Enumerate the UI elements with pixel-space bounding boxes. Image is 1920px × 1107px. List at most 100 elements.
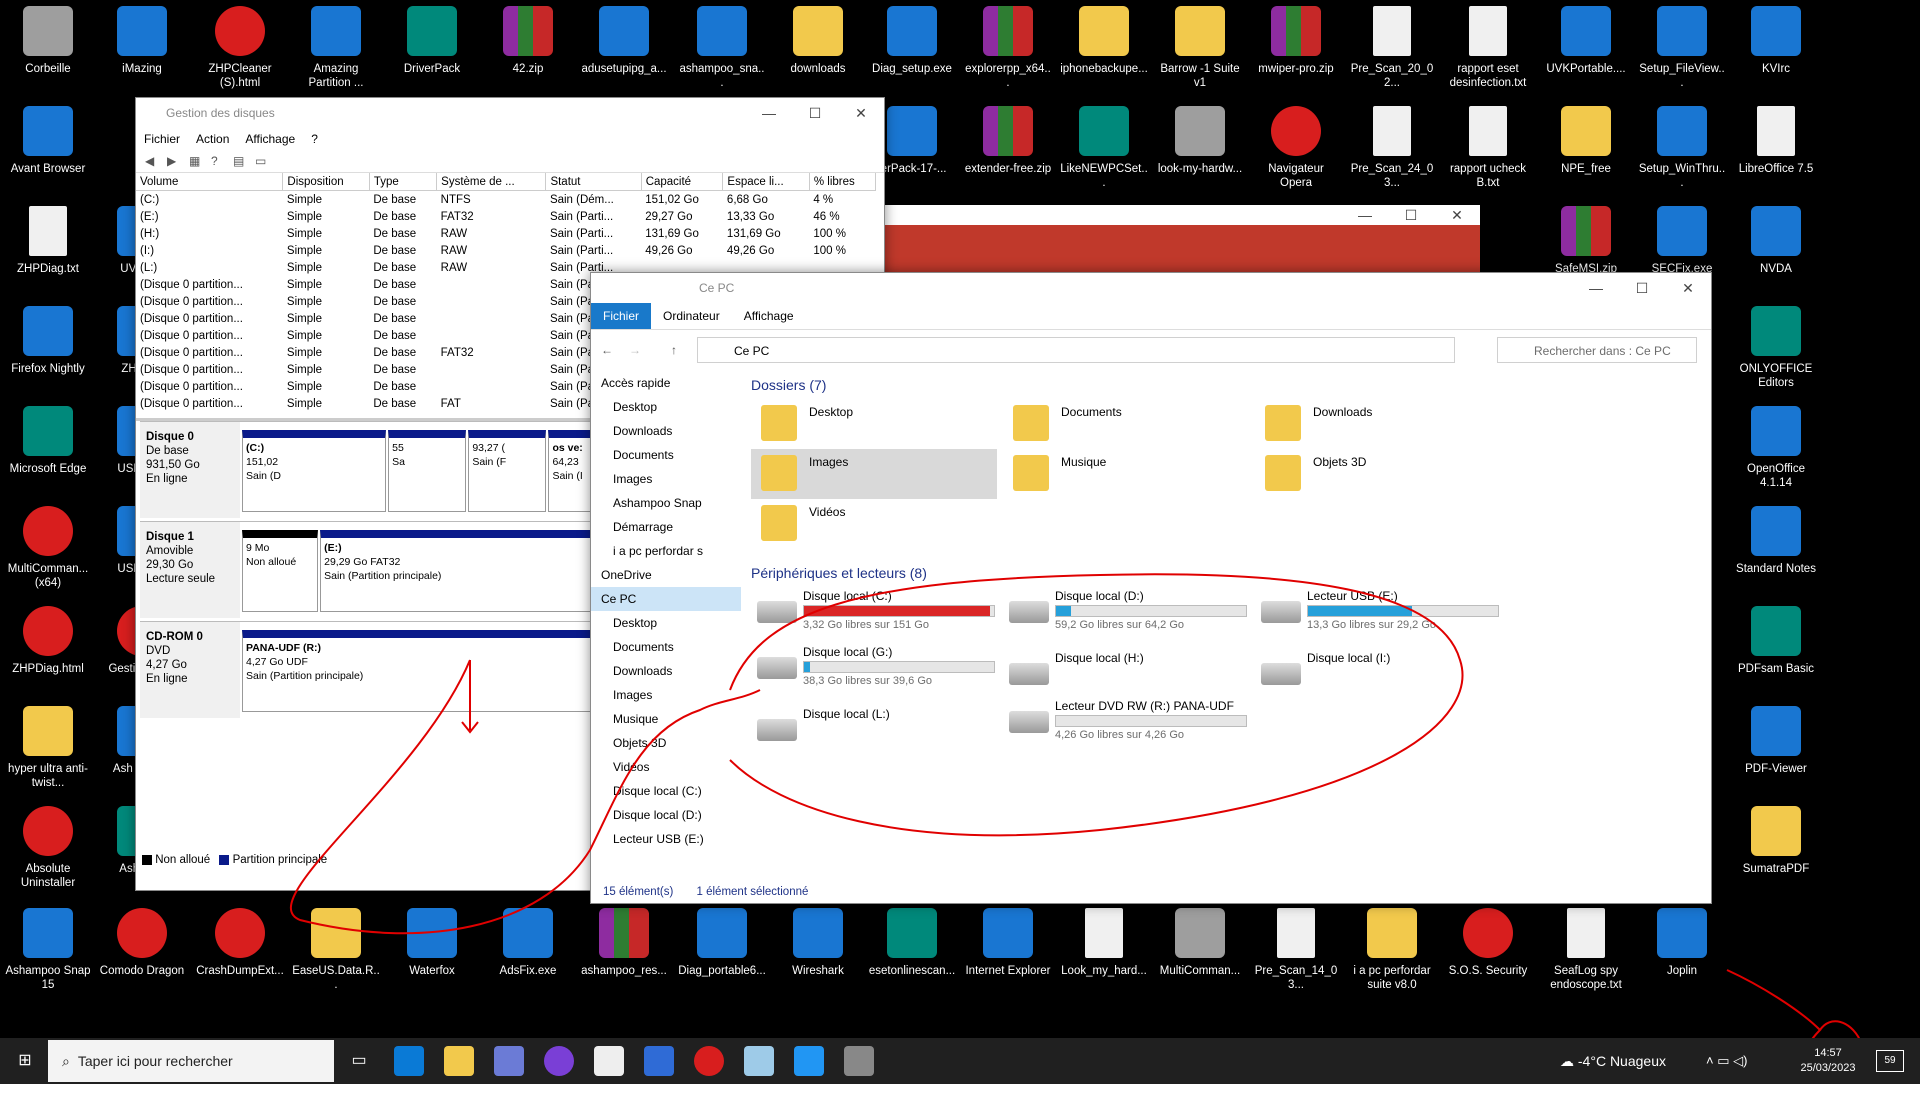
desktop-icon[interactable]: Diag_portable6... (676, 902, 768, 998)
ribbon-tab[interactable]: Affichage (732, 303, 806, 329)
firefox-icon[interactable] (544, 1046, 574, 1076)
folder-item[interactable]: Objets 3D (1255, 449, 1505, 499)
nav-item[interactable]: Downloads (591, 659, 741, 683)
desktop-icon[interactable]: SeafLog spy endoscope.txt (1540, 902, 1632, 998)
desktop-icon[interactable]: AdsFix.exe (482, 902, 574, 998)
partition[interactable]: 9 Mo Non alloué (242, 530, 319, 612)
desktop-icon[interactable]: rapport ucheck B.txt (1442, 100, 1534, 196)
desktop-icon[interactable]: S.O.S. Security (1442, 902, 1534, 998)
desktop-icon[interactable]: rapport eset desinfection.txt (1442, 0, 1534, 96)
desktop-icon[interactable]: OpenOffice 4.1.14 (1730, 400, 1822, 496)
nav-item[interactable]: Accès rapide (591, 371, 741, 395)
column-header[interactable]: Volume (136, 173, 284, 191)
app-icon[interactable] (844, 1046, 874, 1076)
desktop-icon[interactable]: SumatraPDF (1730, 800, 1822, 896)
column-header[interactable]: Espace li... (722, 173, 810, 191)
devices-header[interactable]: Périphériques et lecteurs (8) (747, 559, 1711, 587)
table-row[interactable]: (I:) Simple De base RAW Sain (Parti... 49,26 … (136, 242, 876, 259)
folder-item[interactable]: Musique (1003, 449, 1253, 499)
desktop-icon[interactable]: Look_my_hard... (1058, 902, 1150, 998)
column-header[interactable]: % libres (809, 173, 877, 191)
nav-item[interactable]: Images (591, 683, 741, 707)
view-icon[interactable]: ▦ (189, 154, 205, 168)
column-header[interactable]: Type (369, 173, 438, 191)
desktop-icon[interactable]: Diag_setup.exe (866, 0, 958, 96)
desktop-icon[interactable]: LikeNEWPCSet... (1058, 100, 1150, 196)
forward-icon[interactable]: → (629, 343, 641, 357)
drive-item[interactable]: Disque local (L:) (751, 705, 1001, 755)
store-icon[interactable] (494, 1046, 524, 1076)
desktop-icon[interactable]: ZHPCleaner (S).html (194, 0, 286, 96)
help-icon[interactable]: ? (211, 154, 227, 168)
close-button[interactable]: ✕ (1665, 273, 1711, 303)
column-header[interactable]: Capacité (641, 173, 724, 191)
menu-item[interactable]: ? (303, 128, 326, 150)
nav-item[interactable]: Disque local (D:) (591, 803, 741, 827)
drive-item[interactable]: Lecteur DVD RW (R:) PANA-UDF 4,26 Go libr… (1003, 697, 1253, 747)
clock[interactable]: 14:57 25/03/2023 (1792, 1046, 1864, 1076)
desktop-icon[interactable]: NPE_free (1540, 100, 1632, 196)
nav-item[interactable]: Objets 3D (591, 731, 741, 755)
folders-header[interactable]: Dossiers (7) (747, 371, 1711, 399)
menu-item[interactable]: Affichage (237, 128, 303, 150)
folder-item[interactable]: Documents (1003, 399, 1253, 449)
nav-item[interactable]: Démarrage (591, 515, 741, 539)
desktop-icon[interactable]: i a pc perfordar suite v8.0 (1346, 902, 1438, 998)
desktop-icon[interactable]: UVKPortable.... (1540, 0, 1632, 96)
drive-item[interactable]: Disque local (H:) (1003, 649, 1253, 699)
drive-item[interactable]: Disque local (G:) 38,3 Go libres sur 39,6… (751, 643, 1001, 693)
nav-item[interactable]: Desktop (591, 611, 741, 635)
app-icon[interactable] (744, 1046, 774, 1076)
folder-item[interactable]: Vidéos (751, 499, 1001, 549)
drive-item[interactable]: Disque local (D:) 59,2 Go libres sur 64,2… (1003, 587, 1253, 637)
minimize-button[interactable]: — (1573, 273, 1619, 303)
partition[interactable]: 93,27 (Sain (F (468, 430, 547, 512)
nav-item[interactable]: Desktop (591, 395, 741, 419)
search-input[interactable]: Rechercher dans : Ce PC (1497, 337, 1697, 363)
desktop-icon[interactable]: Amazing Partition ... (290, 0, 382, 96)
minimize-button[interactable]: — (746, 98, 792, 128)
opera-icon[interactable] (694, 1046, 724, 1076)
desktop-icon[interactable]: Waterfox (386, 902, 478, 998)
start-icon[interactable]: ⊞ (10, 1046, 40, 1076)
ribbon-tab[interactable]: Fichier (591, 303, 652, 329)
nav-item[interactable]: Lecteur USB (E:) (591, 827, 741, 851)
column-header[interactable]: Statut (545, 173, 642, 191)
taskbar-search[interactable]: ⌕ Taper ici pour rechercher (48, 1040, 334, 1082)
desktop-icon[interactable]: downloads (772, 0, 864, 96)
desktop-icon[interactable]: mwiper-pro.zip (1250, 0, 1342, 96)
desktop-icon[interactable]: Pre_Scan_24_03... (1346, 100, 1438, 196)
volume-icon[interactable]: ◁) (1733, 1053, 1747, 1068)
desktop-icon[interactable]: ZHPDiag.html (2, 600, 94, 696)
forward-icon[interactable]: ▶ (167, 154, 183, 168)
maximize-button[interactable]: ☐ (1619, 273, 1665, 303)
desktop-icon[interactable]: iMazing (96, 0, 188, 96)
desktop-icon[interactable]: Absolute Uninstaller (2, 800, 94, 896)
desktop-icon[interactable]: MultiComman... (1154, 902, 1246, 998)
drive-item[interactable]: Disque local (I:) (1255, 649, 1505, 699)
nav-item[interactable]: i a pc perfordar s (591, 539, 741, 563)
desktop-icon[interactable]: hyper ultra anti-twist... (2, 700, 94, 796)
desktop-icon[interactable]: explorerpp_x64... (962, 0, 1054, 96)
column-header[interactable]: Système de ... (436, 173, 547, 191)
partition[interactable]: (C:) 151,02 Sain (D (242, 430, 387, 512)
desktop-icon[interactable]: ZHPDiag.txt (2, 200, 94, 296)
nav-item[interactable]: Documents (591, 443, 741, 467)
chevron-up-icon[interactable]: ˄ (1706, 1053, 1714, 1068)
desktop-icon[interactable]: Pre_Scan_14_03... (1250, 902, 1342, 998)
desktop-icon[interactable]: iphonebackupe... (1058, 0, 1150, 96)
maximize-button[interactable]: ☐ (792, 98, 838, 128)
menu-item[interactable]: Fichier (136, 128, 188, 150)
nav-item[interactable]: Disque local (C:) (591, 779, 741, 803)
console-icon[interactable]: ▭ (255, 154, 271, 168)
desktop-icon[interactable]: EaseUS.Data.R... (290, 902, 382, 998)
notification-center[interactable]: 59 (1876, 1050, 1904, 1072)
up-icon[interactable]: ↑ (671, 343, 677, 357)
properties-icon[interactable]: ▤ (233, 154, 249, 168)
desktop-icon[interactable]: Barrow -1 Suite v1 (1154, 0, 1246, 96)
desktop-icon[interactable]: Microsoft Edge (2, 400, 94, 496)
app-icon[interactable] (794, 1046, 824, 1076)
network-icon[interactable]: ▭ (1717, 1053, 1729, 1068)
edge-icon[interactable] (394, 1046, 424, 1076)
desktop-icon[interactable]: LibreOffice 7.5 (1730, 100, 1822, 196)
